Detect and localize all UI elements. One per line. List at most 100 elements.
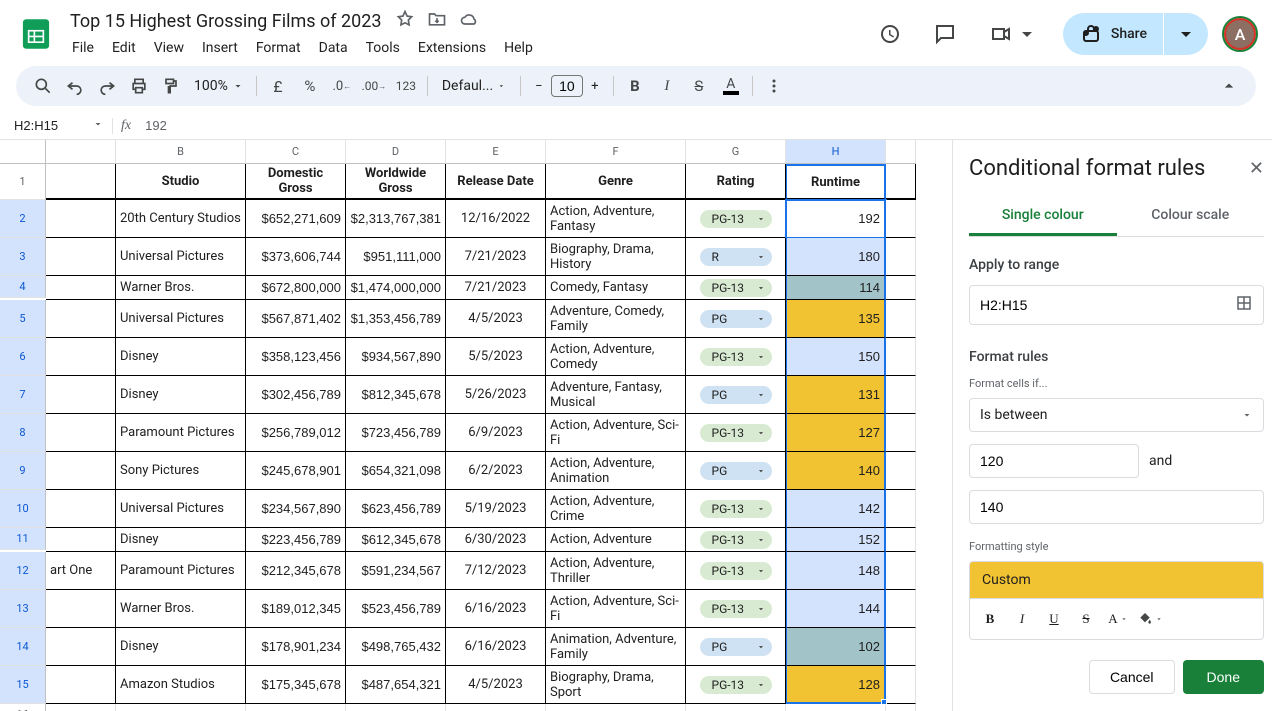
cell[interactable]	[886, 528, 916, 552]
cell[interactable]: PG-13	[686, 666, 786, 704]
cell[interactable]	[46, 628, 116, 666]
cell[interactable]: $934,567,890	[346, 338, 446, 376]
search-menus-icon[interactable]	[28, 71, 58, 101]
cell[interactable]: $234,567,890	[246, 490, 346, 528]
cell[interactable]: $951,111,000	[346, 238, 446, 276]
percent-icon[interactable]: %	[295, 71, 325, 101]
cell[interactable]: Warner Bros.	[116, 276, 246, 300]
paint-format-icon[interactable]	[156, 71, 186, 101]
cell[interactable]: 6/16/2023	[446, 628, 546, 666]
rating-chip[interactable]: PG-13	[700, 600, 772, 618]
cell[interactable]: $223,456,789	[246, 528, 346, 552]
cell[interactable]	[886, 200, 916, 238]
rating-chip[interactable]: PG-13	[700, 531, 772, 549]
cell[interactable]: 140	[786, 452, 886, 490]
cell[interactable]	[46, 666, 116, 704]
cell[interactable]: $498,765,432	[346, 628, 446, 666]
increase-decimal-icon[interactable]: .00→	[359, 71, 389, 101]
meet-button[interactable]	[981, 16, 1047, 52]
menu-help[interactable]: Help	[496, 36, 541, 60]
cell[interactable]: Action, Adventure	[546, 528, 686, 552]
col-header-B[interactable]: B	[116, 140, 246, 164]
cell[interactable]: Biography, Drama, Sport	[546, 666, 686, 704]
cell[interactable]: PG-13	[686, 414, 786, 452]
cell[interactable]: 144	[786, 590, 886, 628]
cell[interactable]	[886, 300, 916, 338]
cell[interactable]: Adventure, Comedy, Family	[546, 300, 686, 338]
cell[interactable]: $175,345,678	[246, 666, 346, 704]
cell[interactable]	[886, 338, 916, 376]
name-box-dropdown-icon[interactable]	[88, 118, 108, 134]
rating-chip[interactable]: R	[700, 248, 772, 266]
cell[interactable]: $178,901,234	[246, 628, 346, 666]
cell[interactable]: 192	[786, 200, 886, 238]
decrease-decimal-icon[interactable]: .0←	[327, 71, 357, 101]
cell[interactable]: $812,345,678	[346, 376, 446, 414]
cell[interactable]	[886, 414, 916, 452]
cell[interactable]	[46, 338, 116, 376]
cell[interactable]: PG	[686, 628, 786, 666]
text-color-icon[interactable]: A	[716, 71, 746, 101]
strikethrough-icon[interactable]: S	[684, 71, 714, 101]
menu-extensions[interactable]: Extensions	[410, 36, 494, 60]
style-fill-color-icon[interactable]	[1136, 605, 1164, 633]
zoom-select[interactable]: 100%	[188, 78, 250, 94]
cell[interactable]: Action, Adventure, Animation	[546, 452, 686, 490]
select-range-icon[interactable]	[1235, 294, 1253, 316]
cell[interactable]	[886, 666, 916, 704]
cell[interactable]: PG-13	[686, 200, 786, 238]
cell[interactable]	[46, 490, 116, 528]
menu-file[interactable]: File	[64, 36, 102, 60]
cell[interactable]: 5/5/2023	[446, 338, 546, 376]
cell[interactable]: Action, Adventure, Comedy	[546, 338, 686, 376]
rating-chip[interactable]: PG-13	[700, 279, 772, 297]
cell[interactable]	[886, 628, 916, 666]
cell[interactable]	[46, 528, 116, 552]
style-text-color-icon[interactable]: A	[1104, 605, 1132, 633]
cell[interactable]	[886, 276, 916, 300]
cell[interactable]: Disney	[116, 528, 246, 552]
font-size-decrease[interactable]: −	[527, 74, 551, 98]
col-header-D[interactable]: D	[346, 140, 446, 164]
cell[interactable]: $1,474,000,000	[346, 276, 446, 300]
cell[interactable]: $212,345,678	[246, 552, 346, 590]
font-select[interactable]: Defaul...	[434, 78, 514, 94]
cell[interactable]: $591,234,567	[346, 552, 446, 590]
share-dropdown[interactable]	[1164, 13, 1208, 55]
style-underline-icon[interactable]: U	[1040, 605, 1068, 633]
cell[interactable]: 4/5/2023	[446, 300, 546, 338]
menu-format[interactable]: Format	[248, 36, 309, 60]
cell[interactable]: $654,321,098	[346, 452, 446, 490]
cell[interactable]: $245,678,901	[246, 452, 346, 490]
cell[interactable]: $1,353,456,789	[346, 300, 446, 338]
cell[interactable]: Universal Pictures	[116, 490, 246, 528]
menu-edit[interactable]: Edit	[104, 36, 144, 60]
cell[interactable]: 20th Century Studios	[116, 200, 246, 238]
cell[interactable]: 5/26/2023	[446, 376, 546, 414]
cell[interactable]: PG	[686, 300, 786, 338]
redo-icon[interactable]	[92, 71, 122, 101]
cell[interactable]: 114	[786, 276, 886, 300]
cell[interactable]: Action, Adventure, Fantasy	[546, 200, 686, 238]
sheets-logo-icon[interactable]	[16, 14, 56, 54]
cloud-status-icon[interactable]	[459, 9, 479, 33]
cell[interactable]: $256,789,012	[246, 414, 346, 452]
style-bold-icon[interactable]: B	[976, 605, 1004, 633]
share-button[interactable]: Share	[1063, 13, 1163, 55]
cell[interactable]: Amazon Studios	[116, 666, 246, 704]
currency-icon[interactable]: £	[263, 71, 293, 101]
min-value-input[interactable]	[969, 444, 1139, 478]
cell[interactable]: $612,345,678	[346, 528, 446, 552]
col-header-E[interactable]: E	[446, 140, 546, 164]
cell[interactable]: Action, Adventure, Crime	[546, 490, 686, 528]
rating-chip[interactable]: PG-13	[700, 562, 772, 580]
move-icon[interactable]	[427, 9, 447, 33]
collapse-toolbar-icon[interactable]	[1214, 76, 1244, 96]
style-preview[interactable]: Custom	[969, 561, 1264, 598]
cell[interactable]: Universal Pictures	[116, 238, 246, 276]
condition-select[interactable]: Is between	[969, 398, 1264, 432]
cell[interactable]	[886, 552, 916, 590]
rating-chip[interactable]: PG	[700, 310, 772, 328]
cell[interactable]: 180	[786, 238, 886, 276]
cell[interactable]: PG-13	[686, 338, 786, 376]
